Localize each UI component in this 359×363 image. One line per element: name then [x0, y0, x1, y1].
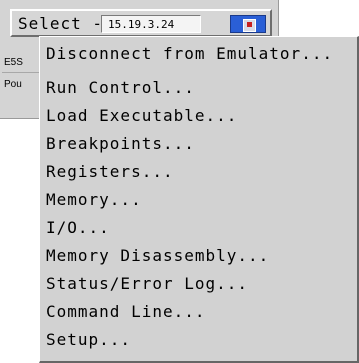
- menu-item-command-line[interactable]: Command Line...: [40, 299, 357, 324]
- menu-item-setup[interactable]: Setup...: [40, 327, 357, 352]
- menu-item-breakpoints[interactable]: Breakpoints...: [40, 131, 357, 156]
- menu-item-memory[interactable]: Memory...: [40, 187, 357, 212]
- status-indicator-icon: [243, 19, 256, 32]
- select-button-label: Select ->: [18, 14, 114, 33]
- menu-item-status-error-log[interactable]: Status/Error Log...: [40, 271, 357, 296]
- screen: Select -> 15.19.3.24 E5S Pou Disconnect …: [0, 0, 359, 363]
- menu-item-run-control[interactable]: Run Control...: [40, 75, 357, 100]
- select-button[interactable]: Select -> 15.19.3.24: [10, 9, 272, 37]
- menu-item-memory-disassembly[interactable]: Memory Disassembly...: [40, 243, 357, 268]
- menu-item-load-executable[interactable]: Load Executable...: [40, 103, 357, 128]
- background-row-label-1: E5S: [4, 57, 23, 68]
- emulator-status-icon[interactable]: [230, 15, 266, 33]
- menu-item-registers[interactable]: Registers...: [40, 159, 357, 184]
- emulator-address-field[interactable]: 15.19.3.24: [101, 15, 201, 33]
- menu-item-disconnect[interactable]: Disconnect from Emulator...: [40, 41, 357, 66]
- menu-item-io[interactable]: I/O...: [40, 215, 357, 240]
- background-row-label-2: Pou: [4, 79, 22, 90]
- select-dropdown-menu: Disconnect from Emulator... Run Control.…: [39, 36, 359, 363]
